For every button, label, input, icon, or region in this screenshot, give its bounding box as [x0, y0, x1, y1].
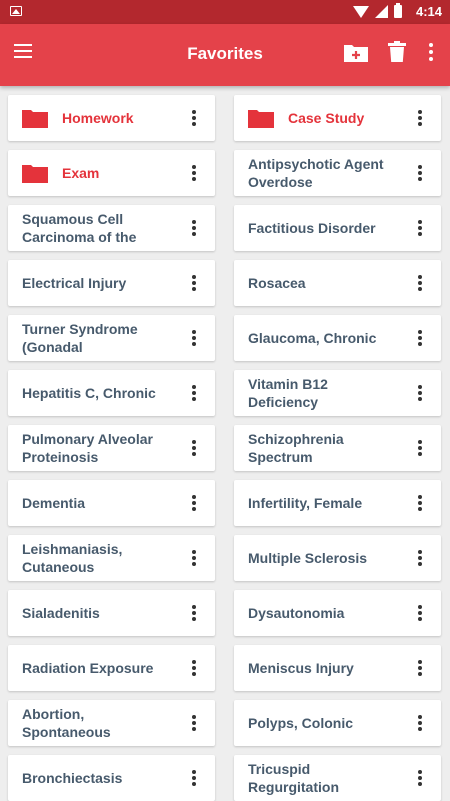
- folder-icon: [248, 110, 274, 128]
- favorite-card[interactable]: Glaucoma, Chronic: [234, 315, 441, 361]
- favorite-label: Bronchiectasis: [22, 770, 123, 786]
- more-vert-icon[interactable]: [191, 220, 197, 236]
- more-vert-icon[interactable]: [191, 165, 197, 181]
- favorite-label: Meniscus Injury: [248, 660, 354, 676]
- favorite-card[interactable]: Sialadenitis: [8, 590, 215, 636]
- favorite-card[interactable]: Multiple Sclerosis: [234, 535, 441, 581]
- folder-card-case-study[interactable]: Case Study: [234, 95, 441, 141]
- favorite-label: Sialadenitis: [22, 605, 100, 621]
- folder-icon: [22, 110, 48, 128]
- favorite-card[interactable]: Abortion, Spontaneous: [8, 700, 215, 746]
- more-vert-icon[interactable]: [191, 440, 197, 456]
- folder-card-homework[interactable]: Homework: [8, 95, 215, 141]
- favorite-label: Schizophrenia Spectrum: [248, 431, 344, 465]
- more-vert-icon[interactable]: [417, 275, 423, 291]
- favorite-label: Pulmonary Alveolar Proteinosis: [22, 431, 153, 465]
- more-vert-icon[interactable]: [417, 495, 423, 511]
- favorite-card[interactable]: Turner Syndrome (Gonadal: [8, 315, 215, 361]
- wifi-icon: [353, 5, 369, 18]
- more-vert-icon[interactable]: [417, 385, 423, 401]
- favorite-card[interactable]: Bronchiectasis: [8, 755, 215, 801]
- more-vert-icon[interactable]: [417, 165, 423, 181]
- more-vert-icon[interactable]: [417, 715, 423, 731]
- favorite-label: Infertility, Female: [248, 495, 363, 511]
- favorite-card[interactable]: Antipsychotic Agent Overdose: [234, 150, 441, 196]
- image-notification-icon: [10, 6, 22, 16]
- more-vert-icon[interactable]: [417, 660, 423, 676]
- favorite-label: Hepatitis C, Chronic: [22, 385, 156, 401]
- favorite-label: Dysautonomia: [248, 605, 345, 621]
- battery-icon: [394, 3, 402, 18]
- more-vert-icon[interactable]: [424, 42, 438, 62]
- favorite-card[interactable]: Electrical Injury: [8, 260, 215, 306]
- favorite-label: Radiation Exposure: [22, 660, 154, 676]
- favorite-label: Factitious Disorder: [248, 220, 376, 236]
- favorite-label: Electrical Injury: [22, 275, 127, 291]
- more-vert-icon[interactable]: [417, 605, 423, 621]
- favorite-card[interactable]: Polyps, Colonic: [234, 700, 441, 746]
- folder-icon: [22, 165, 48, 183]
- folder-card-exam[interactable]: Exam: [8, 150, 215, 196]
- system-icons: [353, 3, 402, 18]
- favorite-label: Turner Syndrome (Gonadal: [22, 321, 138, 355]
- favorite-card[interactable]: Meniscus Injury: [234, 645, 441, 691]
- status-time: 4:14: [415, 4, 442, 19]
- folder-label: Homework: [62, 110, 134, 126]
- favorite-label: Tricuspid Regurgitation: [248, 761, 339, 795]
- trash-icon[interactable]: [388, 41, 406, 63]
- favorite-label: Antipsychotic Agent Overdose: [248, 156, 384, 190]
- more-vert-icon[interactable]: [191, 605, 197, 621]
- more-vert-icon[interactable]: [417, 110, 423, 126]
- more-vert-icon[interactable]: [417, 550, 423, 566]
- more-vert-icon[interactable]: [417, 440, 423, 456]
- app-bar: Favorites: [0, 24, 450, 86]
- favorite-label: Leishmaniasis, Cutaneous: [22, 541, 123, 575]
- favorite-label: Polyps, Colonic: [248, 715, 354, 731]
- favorite-label: Dementia: [22, 495, 86, 511]
- favorite-card[interactable]: Schizophrenia Spectrum: [234, 425, 441, 471]
- more-vert-icon[interactable]: [191, 385, 197, 401]
- more-vert-icon[interactable]: [191, 110, 197, 126]
- more-vert-icon[interactable]: [191, 770, 197, 786]
- more-vert-icon[interactable]: [417, 330, 423, 346]
- favorite-card[interactable]: Hepatitis C, Chronic: [8, 370, 215, 416]
- favorite-card[interactable]: Leishmaniasis, Cutaneous: [8, 535, 215, 581]
- status-bar: 4:14: [0, 0, 450, 24]
- more-vert-icon[interactable]: [191, 715, 197, 731]
- more-vert-icon[interactable]: [191, 495, 197, 511]
- favorite-label: Vitamin B12 Deficiency: [248, 376, 328, 410]
- favorite-label: Multiple Sclerosis: [248, 550, 368, 566]
- favorite-label: Rosacea: [248, 275, 306, 291]
- favorite-label: Glaucoma, Chronic: [248, 330, 377, 346]
- more-vert-icon[interactable]: [191, 275, 197, 291]
- favorite-card[interactable]: Radiation Exposure: [8, 645, 215, 691]
- favorite-card[interactable]: Squamous Cell Carcinoma of the: [8, 205, 215, 251]
- folder-label: Exam: [62, 165, 100, 181]
- favorite-card[interactable]: Factitious Disorder: [234, 205, 441, 251]
- favorite-card[interactable]: Pulmonary Alveolar Proteinosis: [8, 425, 215, 471]
- more-vert-icon[interactable]: [191, 660, 197, 676]
- more-vert-icon[interactable]: [191, 330, 197, 346]
- favorite-label: Abortion, Spontaneous: [22, 706, 111, 740]
- folder-add-icon[interactable]: [343, 43, 369, 63]
- favorite-card[interactable]: Dysautonomia: [234, 590, 441, 636]
- folder-label: Case Study: [288, 110, 365, 126]
- more-vert-icon[interactable]: [191, 550, 197, 566]
- favorite-card[interactable]: Dementia: [8, 480, 215, 526]
- page-title: Favorites: [187, 44, 263, 63]
- signal-icon: [375, 5, 388, 18]
- favorite-card[interactable]: Rosacea: [234, 260, 441, 306]
- favorite-card[interactable]: Vitamin B12 Deficiency: [234, 370, 441, 416]
- favorite-card[interactable]: Infertility, Female: [234, 480, 441, 526]
- favorite-label: Squamous Cell Carcinoma of the: [22, 211, 137, 245]
- more-vert-icon[interactable]: [417, 770, 423, 786]
- favorite-card[interactable]: Tricuspid Regurgitation: [234, 755, 441, 801]
- more-vert-icon[interactable]: [417, 220, 423, 236]
